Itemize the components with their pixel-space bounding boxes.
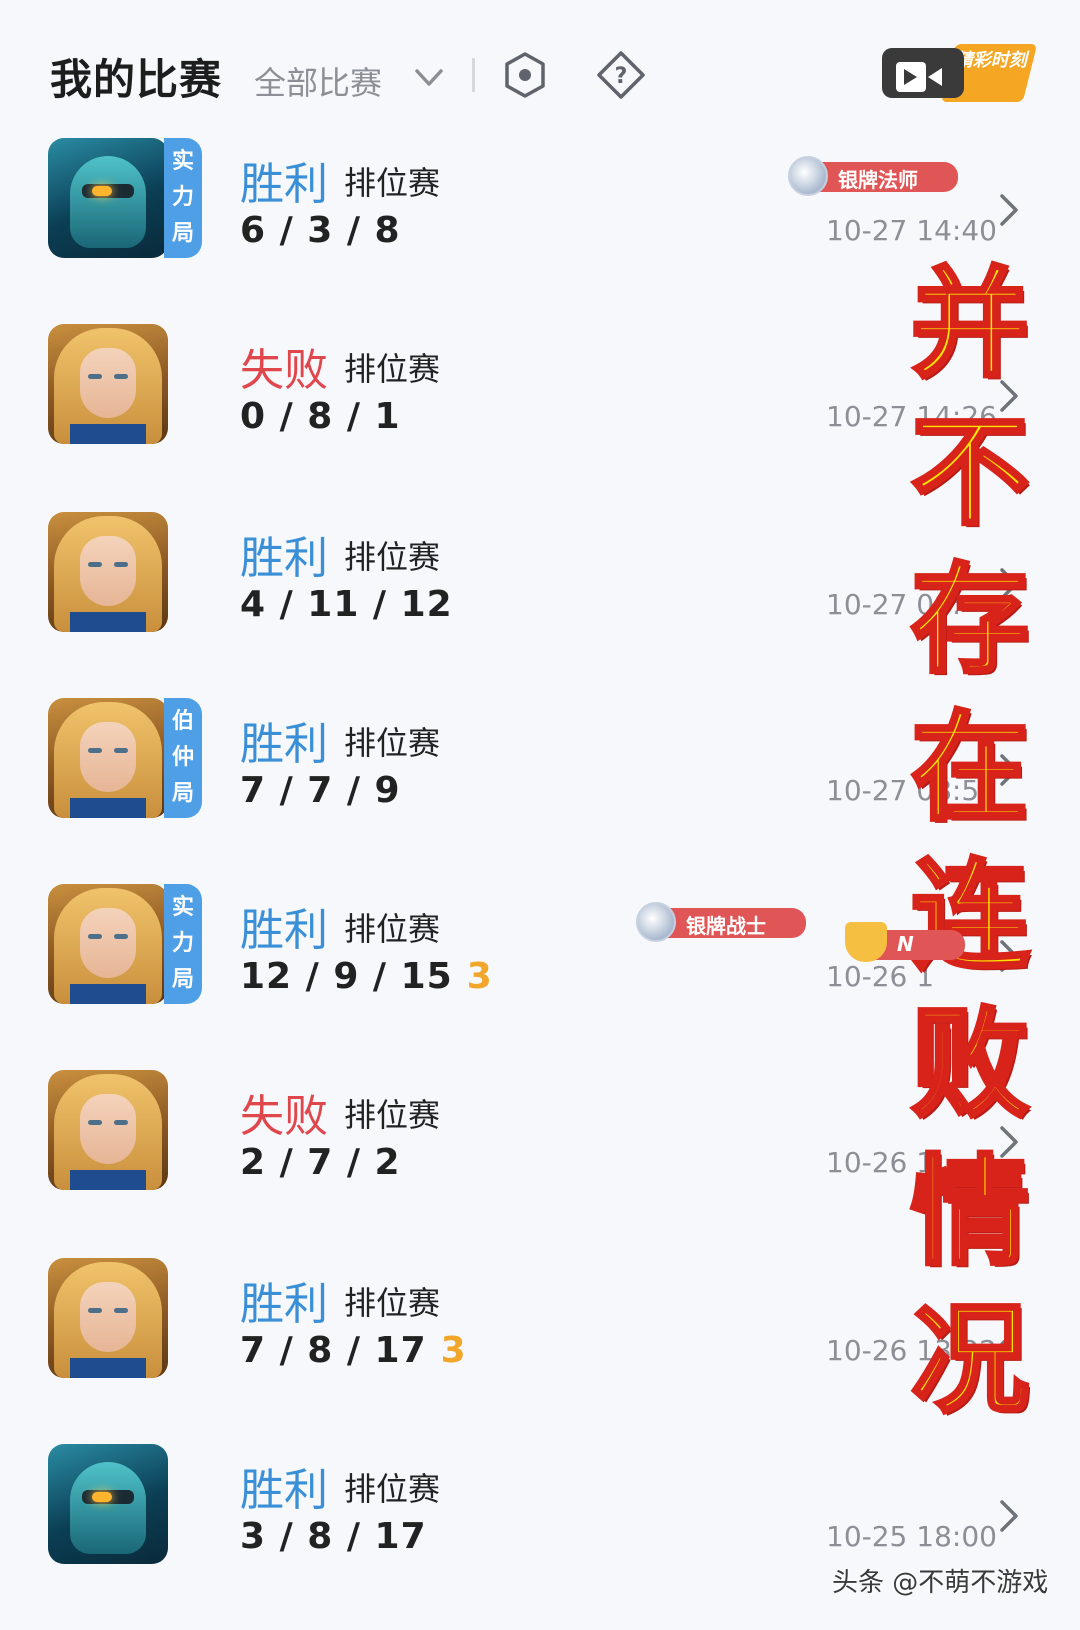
video-camera-icon [882,48,964,98]
hero-avatar [48,138,168,258]
caption-char: 在 [909,696,1031,839]
header-bar: 我的比赛 全部比赛 ? 精彩时刻 [0,0,1080,140]
caption-char: 情 [909,1140,1031,1283]
hero-avatar [48,1070,168,1190]
hero-avatar [48,324,168,444]
match-mode: 排位赛 [344,910,441,948]
star-icon [636,902,676,942]
trophy-icon [845,922,887,962]
hero-avatar [48,698,168,818]
chevron-right-icon[interactable] [996,1496,1022,1536]
caption-char: 不 [909,400,1031,543]
hero-avatar [48,1258,168,1378]
chevron-right-icon[interactable] [996,190,1022,230]
kda-text: 7 / 8 / 17 [240,1330,427,1371]
svg-text:?: ? [615,64,628,89]
star-icon [788,156,828,196]
caption-char: 况 [909,1288,1031,1431]
rank-badge: 银牌法师 [788,156,960,196]
overlay-caption: 并不存在连败情况 [905,250,1035,1434]
hexagon-settings-icon[interactable] [500,50,550,100]
caption-char: 败 [909,992,1031,1135]
match-row[interactable]: 胜利 排位赛 3 / 8 / 17 10-25 18:00 [0,1444,1080,1630]
match-time: 10-25 18:00 [826,1520,997,1553]
match-quality-tag: 实力局 [164,884,202,1004]
match-result: 胜利 [240,1465,328,1516]
match-filter-dropdown[interactable]: 全部比赛 [254,58,382,104]
kda-text: 3 / 8 / 17 [240,1516,427,1557]
kda-text: 6 / 3 / 8 [240,210,401,251]
kda-score: 4 / 11 / 12 [240,584,453,625]
match-result: 胜利 [240,1279,328,1330]
match-mode: 排位赛 [344,164,441,202]
hero-avatar [48,512,168,632]
match-mode: 排位赛 [344,724,441,762]
match-mode: 排位赛 [344,350,441,388]
chevron-down-icon[interactable] [412,60,446,94]
help-icon[interactable]: ? [596,50,646,100]
kda-text: 0 / 8 / 1 [240,396,401,437]
caption-char: 并 [909,252,1031,395]
mvp-count-badge: 3 [440,1330,467,1371]
trophy-label: N [897,932,914,956]
kda-score: 7 / 8 / 17 3 [240,1330,467,1371]
kda-score: 2 / 7 / 2 [240,1142,401,1183]
match-mode: 排位赛 [344,538,441,576]
divider [472,58,475,92]
match-time: 10-27 14:40 [826,214,997,247]
mvp-trophy-badge: N [845,922,965,966]
highlight-moments-button[interactable]: 精彩时刻 [882,44,1038,102]
match-mode: 排位赛 [344,1284,441,1322]
caption-char: 存 [909,548,1031,691]
match-quality-tag: 伯仲局 [164,698,202,818]
match-mode: 排位赛 [344,1470,441,1508]
hero-avatar [48,1444,168,1564]
page-title: 我的比赛 [50,55,223,104]
match-quality-tag: 实力局 [164,138,202,258]
match-result: 胜利 [240,533,328,584]
match-result: 胜利 [240,719,328,770]
kda-score: 7 / 7 / 9 [240,770,401,811]
kda-text: 12 / 9 / 15 [240,956,453,997]
watermark: 头条 @不萌不游戏 [832,1568,1049,1598]
kda-score: 0 / 8 / 1 [240,396,401,437]
kda-score: 3 / 8 / 17 [240,1516,427,1557]
mvp-count-badge: 3 [466,956,493,997]
rank-badge-label: 银牌战士 [686,914,766,938]
kda-score: 6 / 3 / 8 [240,210,401,251]
match-result: 失败 [240,1091,328,1142]
kda-text: 2 / 7 / 2 [240,1142,401,1183]
rank-badge-label: 银牌法师 [838,168,918,192]
match-result: 胜利 [240,159,328,210]
kda-score: 12 / 9 / 15 3 [240,956,493,997]
caption-char: 连 [909,844,1031,987]
match-mode: 排位赛 [344,1096,441,1134]
rank-badge: 银牌战士 [636,902,808,942]
match-result: 失败 [240,345,328,396]
hero-avatar [48,884,168,1004]
kda-text: 4 / 11 / 12 [240,584,453,625]
kda-text: 7 / 7 / 9 [240,770,401,811]
match-result: 胜利 [240,905,328,956]
